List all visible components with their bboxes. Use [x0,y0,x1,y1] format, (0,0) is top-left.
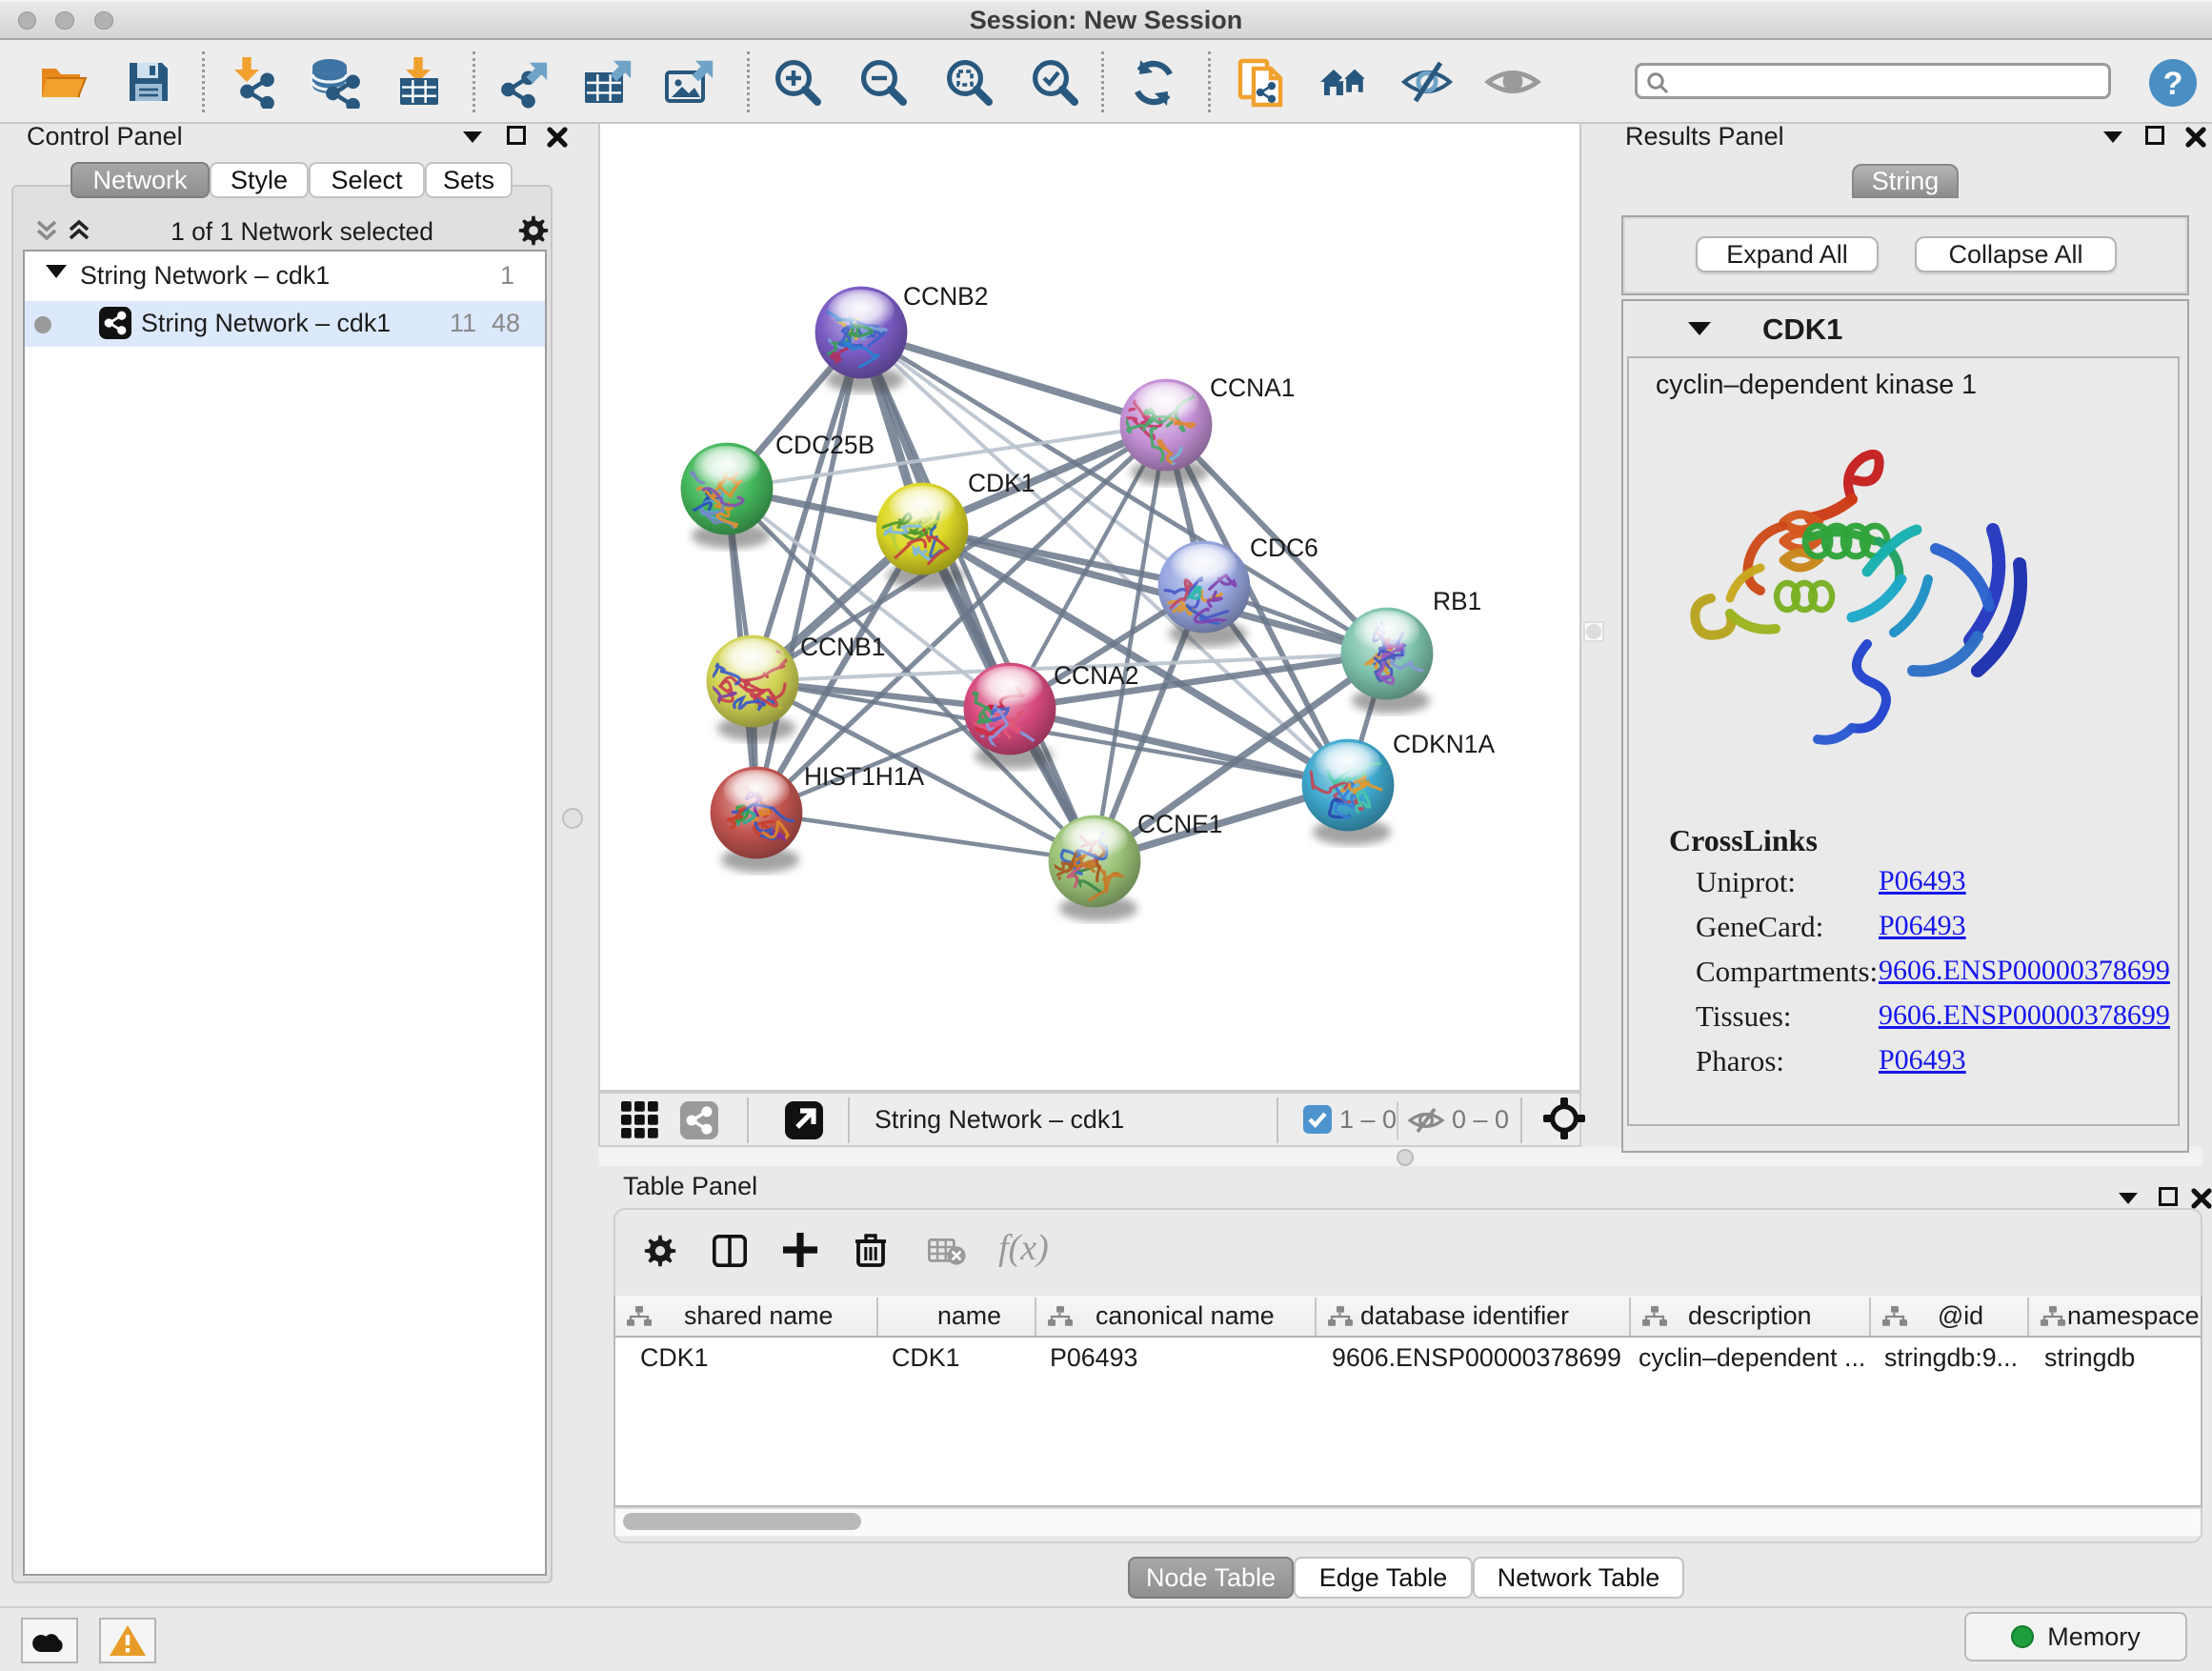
svg-text:CCNA1: CCNA1 [1210,373,1295,402]
svg-text:CDK1: CDK1 [968,469,1035,497]
svg-text:CDKN1A: CDKN1A [1393,730,1495,758]
svg-text:CDC6: CDC6 [1250,534,1318,562]
svg-text:CCNA2: CCNA2 [1054,661,1138,690]
svg-text:?: ? [2163,66,2183,102]
svg-text:HIST1H1A: HIST1H1A [804,762,925,791]
svg-text:RB1: RB1 [1433,587,1481,615]
svg-text:CCNB2: CCNB2 [903,282,988,311]
svg-text:CDC25B: CDC25B [775,431,875,459]
svg-text:CCNE1: CCNE1 [1137,810,1222,838]
svg-text:CCNB1: CCNB1 [800,633,885,661]
